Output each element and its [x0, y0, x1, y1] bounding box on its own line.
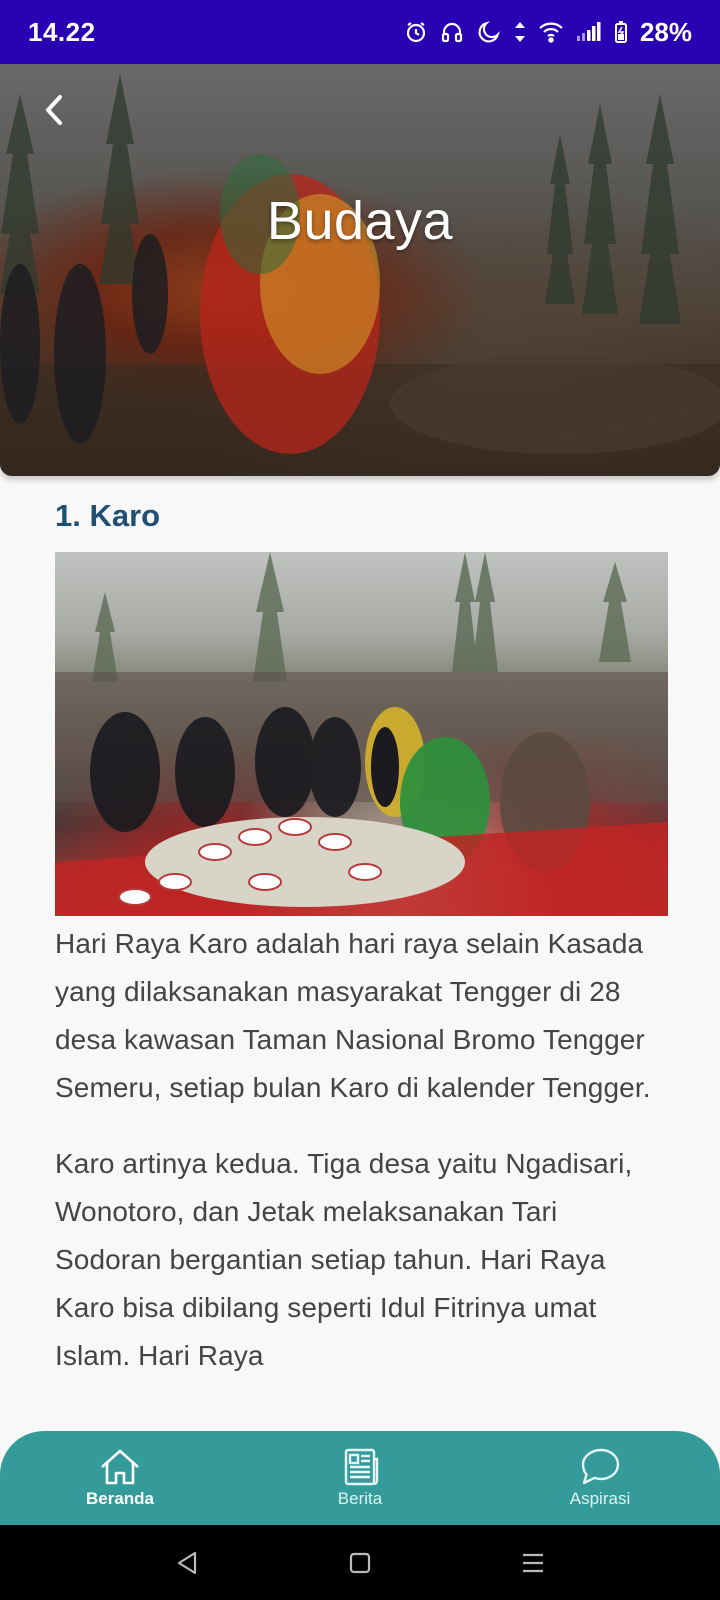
- wifi-icon: [538, 21, 564, 43]
- triangle-back-icon: [177, 1551, 196, 1574]
- paragraph: Hari Raya Karo adalah hari raya selain K…: [55, 928, 651, 1103]
- nav-item-beranda[interactable]: Beranda: [20, 1447, 220, 1509]
- page-title: Budaya: [266, 191, 454, 251]
- status-icons: 28%: [404, 17, 692, 48]
- system-home-button[interactable]: [330, 1533, 390, 1593]
- nav-item-aspirasi[interactable]: Aspirasi: [500, 1447, 700, 1509]
- karo-ceremony-photo: [55, 552, 668, 916]
- nav-label: Berita: [337, 1489, 383, 1508]
- status-time: 14.22: [28, 16, 96, 47]
- system-recents-button[interactable]: [503, 1533, 563, 1593]
- news-icon: [344, 1448, 379, 1486]
- system-navigation-bar: [0, 1525, 720, 1600]
- data-arrows-icon: [514, 20, 526, 44]
- section-title: 1. Karo: [55, 498, 161, 533]
- alarm-icon: [404, 20, 428, 44]
- chevron-left-icon: [46, 95, 62, 125]
- headphones-icon: [440, 20, 464, 44]
- system-back-button[interactable]: [157, 1533, 217, 1593]
- signal-icon: [576, 21, 602, 43]
- nav-item-berita[interactable]: Berita: [260, 1447, 460, 1509]
- nav-label: Aspirasi: [569, 1489, 631, 1508]
- chat-bubble-icon: [581, 1448, 620, 1485]
- battery-level: 28%: [639, 16, 692, 47]
- back-button[interactable]: [36, 92, 72, 128]
- status-bar: 14.22 28%: [0, 0, 720, 64]
- menu-lines-icon: [523, 1553, 544, 1572]
- section-image: [55, 552, 668, 916]
- hero-banner: Budaya: [0, 64, 720, 476]
- battery-icon: [614, 20, 628, 44]
- paragraph: Karo artinya kedua. Tiga desa yaitu Ngad…: [55, 1148, 633, 1371]
- moon-icon: [476, 19, 502, 45]
- article-content: 1. Karo Hari Raya Karo adalah hari raya …: [55, 494, 668, 1380]
- square-home-icon: [349, 1552, 371, 1573]
- bottom-navigation: Beranda Berita Aspirasi: [0, 1431, 720, 1525]
- hero-background-image: [0, 74, 720, 476]
- home-icon: [101, 1449, 139, 1485]
- nav-label: Beranda: [85, 1489, 155, 1508]
